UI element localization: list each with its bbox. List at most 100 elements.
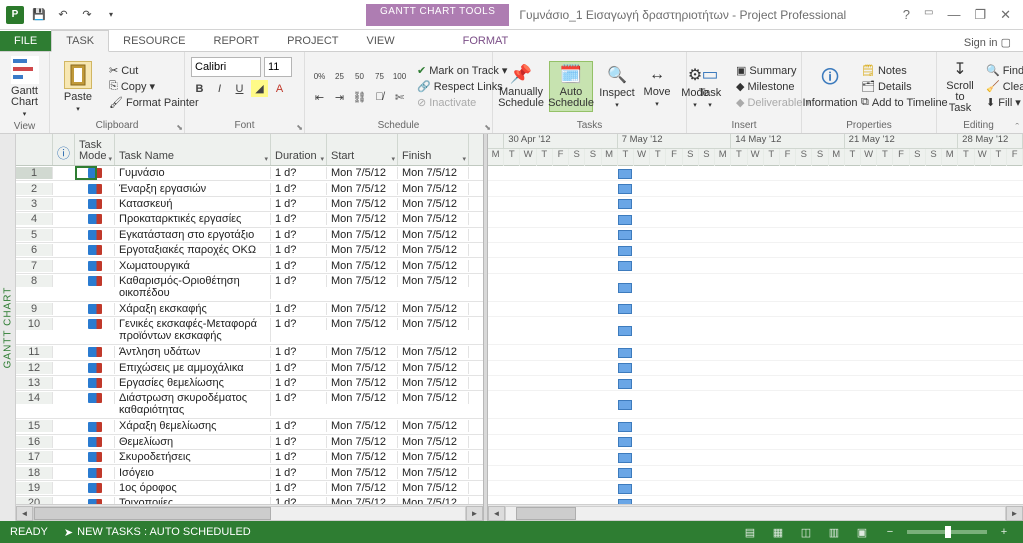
row-start[interactable]: Mon 7/5/12 xyxy=(327,467,398,479)
row-duration[interactable]: 1 d? xyxy=(271,260,327,272)
ribbon-display-icon[interactable]: ▭ xyxy=(924,7,933,23)
row-mode[interactable] xyxy=(75,303,115,315)
row-mode[interactable] xyxy=(75,244,115,256)
table-row[interactable]: 9Χάραξη εκσκαφής1 d?Mon 7/5/12Mon 7/5/12 xyxy=(16,302,483,317)
underline-button[interactable]: U xyxy=(231,80,248,97)
gantt-bar[interactable] xyxy=(618,484,631,494)
table-row[interactable]: 16Θεμελίωση1 d?Mon 7/5/12Mon 7/5/12 xyxy=(16,435,483,450)
row-name[interactable]: Ισόγειο xyxy=(115,467,271,479)
table-row[interactable]: 13Εργασίες θεμελίωσης1 d?Mon 7/5/12Mon 7… xyxy=(16,376,483,391)
respect-links-button[interactable]: 🔗Respect Links xyxy=(414,79,510,94)
scroll-to-task-button[interactable]: ↧ Scroll to Task xyxy=(943,57,977,116)
row-id[interactable]: 18 xyxy=(16,467,53,479)
row-mode[interactable] xyxy=(75,482,115,494)
row-finish[interactable]: Mon 7/5/12 xyxy=(398,346,469,358)
gantt-row[interactable] xyxy=(488,496,1023,504)
row-name[interactable]: Έναρξη εργασιών xyxy=(115,183,271,195)
row-mode[interactable] xyxy=(75,318,115,330)
gantt-bar[interactable] xyxy=(618,348,631,358)
gantt-row[interactable] xyxy=(488,345,1023,360)
row-duration[interactable]: 1 d? xyxy=(271,213,327,225)
row-start[interactable]: Mon 7/5/12 xyxy=(327,303,398,315)
table-row[interactable]: 3Κατασκευή1 d?Mon 7/5/12Mon 7/5/12 xyxy=(16,197,483,212)
row-name[interactable]: Χάραξη θεμελίωσης xyxy=(115,420,271,432)
row-mode[interactable] xyxy=(75,362,115,374)
row-name[interactable]: Καθαρισμός-Οριοθέτηση οικοπέδου xyxy=(115,275,271,299)
gantt-row[interactable] xyxy=(488,166,1023,181)
row-name[interactable]: Κατασκευή xyxy=(115,198,271,210)
tab-resource[interactable]: RESOURCE xyxy=(109,31,199,51)
gantt-bar[interactable] xyxy=(618,283,631,293)
font-color-button[interactable]: A xyxy=(271,80,288,97)
tab-report[interactable]: REPORT xyxy=(200,31,274,51)
row-mode[interactable] xyxy=(75,183,115,195)
tab-task[interactable]: TASK xyxy=(51,30,109,52)
row-mode[interactable] xyxy=(75,346,115,358)
pct-0-button[interactable]: 0% xyxy=(311,68,328,85)
row-start[interactable]: Mon 7/5/12 xyxy=(327,482,398,494)
row-name[interactable]: Εγκατάσταση στο εργοτάξιο xyxy=(115,229,271,241)
col-indicators[interactable]: ⓘ xyxy=(53,134,75,165)
table-row[interactable]: 4Προκαταρκτικές εργασίες1 d?Mon 7/5/12Mo… xyxy=(16,212,483,227)
row-duration[interactable]: 1 d? xyxy=(271,467,327,479)
gantt-scroll-left-icon[interactable]: ◄ xyxy=(488,506,505,521)
row-finish[interactable]: Mon 7/5/12 xyxy=(398,436,469,448)
table-row[interactable]: 5Εγκατάσταση στο εργοτάξιο1 d?Mon 7/5/12… xyxy=(16,228,483,243)
task-insert-button[interactable]: ▭ Task▾ xyxy=(693,62,727,111)
table-row[interactable]: 191ος όροφος1 d?Mon 7/5/12Mon 7/5/12 xyxy=(16,481,483,496)
inspect-button[interactable]: 🔍 Inspect▾ xyxy=(599,63,635,111)
gantt-bar[interactable] xyxy=(618,304,631,314)
row-start[interactable]: Mon 7/5/12 xyxy=(327,451,398,463)
find-button[interactable]: 🔍Find ▾ xyxy=(983,63,1023,78)
gantt-row[interactable] xyxy=(488,212,1023,227)
view-resource-sheet-icon[interactable]: ▥ xyxy=(823,523,845,541)
row-mode[interactable] xyxy=(75,229,115,241)
row-mode[interactable] xyxy=(75,467,115,479)
unlink-button[interactable]: ⛓̸ xyxy=(371,89,388,106)
table-body[interactable]: 1Γυμνάσιο1 d?Mon 7/5/12Mon 7/5/122Έναρξη… xyxy=(16,166,483,504)
row-id[interactable]: 6 xyxy=(16,244,53,256)
italic-button[interactable]: I xyxy=(211,80,228,97)
row-finish[interactable]: Mon 7/5/12 xyxy=(398,420,469,432)
col-duration[interactable]: Duration▾ xyxy=(271,134,327,165)
bold-button[interactable]: B xyxy=(191,80,208,97)
view-team-planner-icon[interactable]: ◫ xyxy=(795,523,817,541)
table-row[interactable]: 2Έναρξη εργασιών1 d?Mon 7/5/12Mon 7/5/12 xyxy=(16,181,483,196)
row-id[interactable]: 2 xyxy=(16,183,53,195)
table-row[interactable]: 11Άντληση υδάτων1 d?Mon 7/5/12Mon 7/5/12 xyxy=(16,345,483,360)
gantt-row[interactable] xyxy=(488,197,1023,212)
row-id[interactable]: 19 xyxy=(16,482,53,494)
paste-button[interactable]: Paste▾ xyxy=(56,59,100,115)
gantt-row[interactable] xyxy=(488,181,1023,196)
row-name[interactable]: Προκαταρκτικές εργασίες xyxy=(115,213,271,225)
gantt-row[interactable] xyxy=(488,258,1023,273)
row-finish[interactable]: Mon 7/5/12 xyxy=(398,362,469,374)
row-finish[interactable]: Mon 7/5/12 xyxy=(398,392,469,404)
gantt-bar[interactable] xyxy=(618,326,631,336)
gantt-row[interactable] xyxy=(488,481,1023,496)
row-name[interactable]: Θεμελίωση xyxy=(115,436,271,448)
gantt-row[interactable] xyxy=(488,274,1023,302)
auto-schedule-button[interactable]: 🗓️ Auto Schedule xyxy=(549,61,593,112)
col-start[interactable]: Start▾ xyxy=(327,134,398,165)
qat-customise-icon[interactable]: ▾ xyxy=(102,6,120,24)
row-finish[interactable]: Mon 7/5/12 xyxy=(398,260,469,272)
tab-view[interactable]: VIEW xyxy=(352,31,408,51)
gantt-bar[interactable] xyxy=(618,215,631,225)
gantt-body[interactable] xyxy=(488,166,1023,504)
row-duration[interactable]: 1 d? xyxy=(271,198,327,210)
row-duration[interactable]: 1 d? xyxy=(271,229,327,241)
table-row[interactable]: 6Εργοταξιακές παροχές ΟΚΩ1 d?Mon 7/5/12M… xyxy=(16,243,483,258)
gantt-row[interactable] xyxy=(488,243,1023,258)
col-finish[interactable]: Finish▾ xyxy=(398,134,469,165)
row-duration[interactable]: 1 d? xyxy=(271,482,327,494)
row-duration[interactable]: 1 d? xyxy=(271,451,327,463)
row-name[interactable]: 1ος όροφος xyxy=(115,482,271,494)
row-id[interactable]: 17 xyxy=(16,451,53,463)
row-start[interactable]: Mon 7/5/12 xyxy=(327,198,398,210)
table-row[interactable]: 10Γενικές εκσκαφές-Μεταφορά προϊόντων εκ… xyxy=(16,317,483,345)
row-start[interactable]: Mon 7/5/12 xyxy=(327,420,398,432)
gantt-chart-button[interactable]: Gantt Chart ▾ xyxy=(3,54,47,120)
row-id[interactable]: 3 xyxy=(16,198,53,210)
tab-file[interactable]: FILE xyxy=(0,31,51,51)
